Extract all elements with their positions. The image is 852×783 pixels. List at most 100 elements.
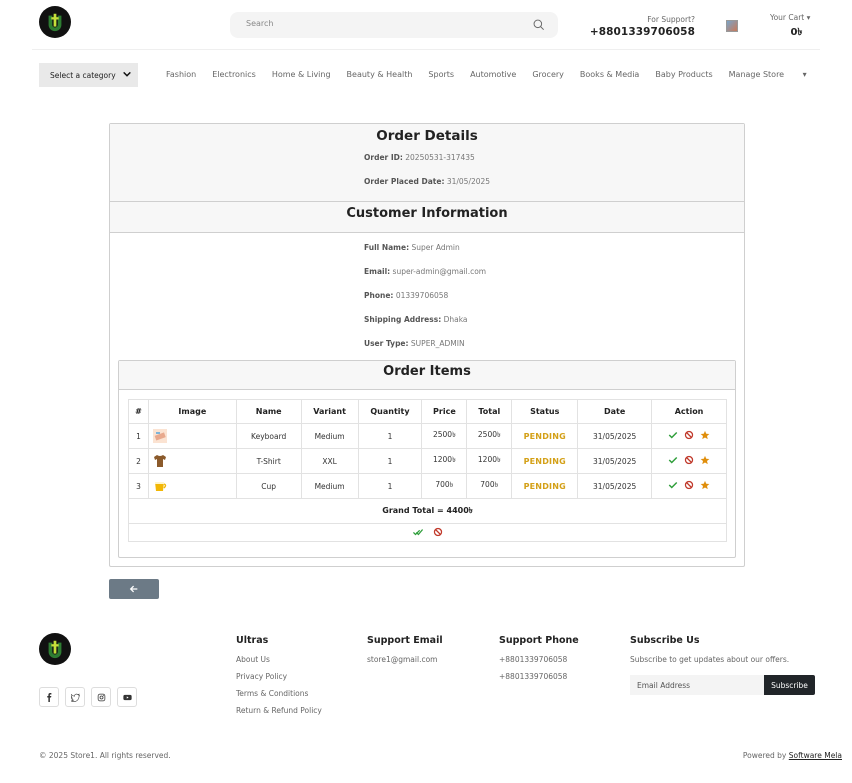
nav-item-books-media[interactable]: Books & Media (580, 70, 639, 79)
col-header-total: Total (466, 399, 513, 424)
status-badge: PENDING (511, 423, 579, 449)
customer-phone: Phone: 01339706058 (364, 291, 449, 300)
search-input[interactable] (246, 19, 526, 28)
keyboard-thumbnail[interactable] (152, 429, 167, 443)
tshirt-thumbnail[interactable] (153, 454, 167, 468)
search-icon[interactable] (532, 18, 546, 32)
customer-email: Email: super-admin@gmail.com (364, 267, 487, 276)
col-header-status: Status (511, 399, 579, 424)
status-badge: PENDING (511, 448, 579, 474)
support-label: For Support? (647, 15, 695, 24)
cart-amount: 0৳ (790, 27, 803, 38)
nav-item-home-living[interactable]: Home & Living (272, 70, 331, 79)
footer-link-terms[interactable]: Terms & Conditions (236, 689, 322, 698)
star-icon[interactable] (700, 430, 710, 440)
row-quantity: 1 (357, 473, 423, 499)
footer-logo[interactable] (39, 633, 71, 665)
support-phone: +8801339706058 (589, 26, 695, 38)
chevron-down-icon (123, 71, 131, 77)
col-header-price: Price (421, 399, 468, 424)
customer-address: Shipping Address: Dhaka (364, 315, 468, 324)
nav-item-fashion[interactable]: Fashion (166, 70, 196, 79)
col-header-quantity: Quantity (357, 399, 423, 424)
order-items-table: # Image Name Variant Quantity Price Tota… (128, 399, 727, 542)
cart-dropdown-icon[interactable]: ▾ (807, 13, 811, 22)
footer-col-title: Support Phone (499, 635, 579, 646)
status-badge: PENDING (511, 473, 579, 499)
row-quantity: 1 (357, 423, 423, 449)
support-phone-2[interactable]: +8801339706058 (499, 672, 579, 681)
powered-by: Powered by Software Mela (742, 751, 842, 760)
col-header-variant: Variant (300, 399, 359, 424)
table-row: 3 Cup Medium 1 700৳ 700৳ PENDING 31/05/2… (128, 473, 727, 499)
col-header-action: Action (651, 399, 727, 424)
star-icon[interactable] (700, 455, 710, 465)
facebook-link[interactable] (39, 687, 59, 707)
table-row: 2 T-Shirt XXL 1 1200৳ 1200৳ PENDING 31/0… (128, 448, 727, 474)
row-date: 31/05/2025 (577, 448, 653, 474)
order-items-panel: Order Items # Image Name Variant Quantit… (118, 360, 736, 558)
order-date: Order Placed Date: 31/05/2025 (364, 177, 491, 186)
nav-item-sports[interactable]: Sports (428, 70, 454, 79)
nav-item-baby-products[interactable]: Baby Products (655, 70, 712, 79)
approve-all-double-check-icon[interactable] (412, 527, 423, 537)
support-phone-1[interactable]: +8801339706058 (499, 655, 579, 664)
support-email[interactable]: store1@gmail.com (367, 655, 443, 664)
row-num: 2 (128, 448, 149, 474)
row-date: 31/05/2025 (577, 473, 653, 499)
nav-item-automotive[interactable]: Automotive (470, 70, 516, 79)
row-num: 3 (128, 473, 149, 499)
footer-link-about[interactable]: About Us (236, 655, 322, 664)
col-header-date: Date (577, 399, 653, 424)
row-name: Keyboard (235, 423, 302, 449)
row-total: 2500৳ (466, 423, 513, 449)
approve-check-icon[interactable] (668, 455, 678, 465)
row-variant: Medium (300, 473, 359, 499)
youtube-icon (122, 694, 132, 700)
nav-item-electronics[interactable]: Electronics (212, 70, 256, 79)
support-contact: For Support? +8801339706058 (590, 15, 695, 38)
subscribe-button[interactable]: Subscribe (764, 675, 815, 695)
logo-mark-icon (48, 13, 62, 32)
user-avatar[interactable] (726, 20, 738, 32)
row-name: T-Shirt (235, 448, 302, 474)
footer-col-title: Ultras (236, 635, 269, 646)
row-total: 1200৳ (466, 448, 513, 474)
back-button[interactable] (109, 579, 159, 599)
subscribe-email-input[interactable] (630, 675, 764, 695)
cancel-ban-icon[interactable] (684, 455, 694, 465)
arrow-left-icon (129, 585, 138, 593)
footer-link-refund[interactable]: Return & Refund Policy (236, 706, 322, 715)
cart-widget[interactable]: Your Cart ▾ 0৳ (770, 13, 810, 42)
youtube-link[interactable] (117, 687, 137, 707)
header-divider (32, 49, 820, 50)
nav-item-grocery[interactable]: Grocery (532, 70, 564, 79)
cup-thumbnail[interactable] (153, 479, 167, 493)
col-header-name: Name (235, 399, 302, 424)
search-bar (230, 12, 558, 38)
row-total: 700৳ (466, 473, 513, 499)
order-details-title: Order Details (376, 128, 478, 144)
twitter-link[interactable] (65, 687, 85, 707)
star-icon[interactable] (700, 480, 710, 490)
col-header-image: Image (147, 399, 237, 424)
table-header-row: # Image Name Variant Quantity Price Tota… (128, 399, 727, 424)
cancel-all-ban-icon[interactable] (433, 527, 443, 537)
twitter-icon (70, 693, 80, 702)
customer-usertype: User Type: SUPER_ADMIN (364, 339, 465, 348)
approve-check-icon[interactable] (668, 480, 678, 490)
copyright: © 2025 Store1. All rights reserved. (39, 751, 171, 760)
instagram-link[interactable] (91, 687, 111, 707)
powered-by-link[interactable]: Software Mela (789, 751, 842, 760)
nav-item-beauty-health[interactable]: Beauty & Health (347, 70, 413, 79)
approve-check-icon[interactable] (668, 430, 678, 440)
nav-item-manage-store[interactable]: Manage Store ▾ (729, 70, 823, 79)
row-quantity: 1 (357, 448, 423, 474)
cancel-ban-icon[interactable] (684, 480, 694, 490)
footer-link-privacy[interactable]: Privacy Policy (236, 672, 322, 681)
col-header-num: # (128, 399, 149, 424)
cancel-ban-icon[interactable] (684, 430, 694, 440)
site-logo[interactable] (39, 6, 71, 38)
footer-col-support-phone: Support Phone +8801339706058 +8801339706… (499, 635, 579, 689)
category-select[interactable]: Select a category (39, 63, 138, 87)
